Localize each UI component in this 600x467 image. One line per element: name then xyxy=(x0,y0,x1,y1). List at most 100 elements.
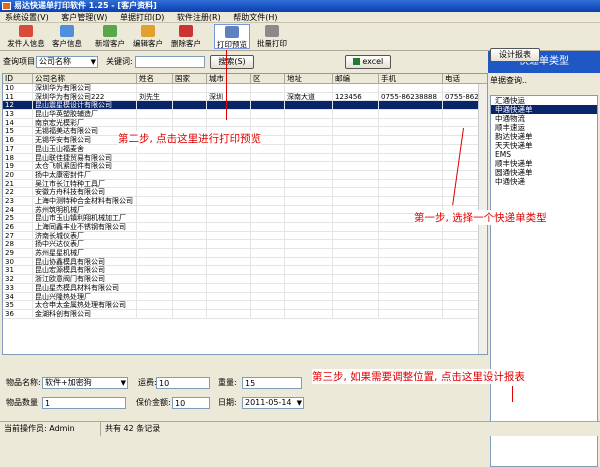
search-button[interactable]: 搜索(S) xyxy=(210,55,254,69)
express-type-item[interactable]: 申通快递单 xyxy=(491,105,597,114)
express-type-list[interactable]: 汇通快运 申通快递单 中通物流 顺丰速运 韵达快递单 天天快递单 EMS 顺丰快递单 圆通快递单… xyxy=(490,95,598,467)
cell-country xyxy=(173,309,207,318)
menu-customer-management[interactable]: 客户管理(W) xyxy=(56,12,112,23)
table-row[interactable]: 34 昆山兴隆热处理厂 xyxy=(3,292,487,302)
cell-address xyxy=(285,231,333,240)
express-type-item[interactable]: 顺丰速运 xyxy=(491,123,597,132)
express-type-item[interactable]: 天天快递单 xyxy=(491,141,597,150)
add-user-icon xyxy=(103,25,117,37)
column-header-postcode[interactable]: 邮编 xyxy=(333,74,379,84)
table-row[interactable]: 19 太仓飞帆紧固件有限公司 xyxy=(3,162,487,171)
table-row[interactable]: 27 济南长城仪表厂 xyxy=(3,231,487,241)
express-type-item[interactable]: 韵达快递单 xyxy=(491,132,597,141)
freight-input[interactable] xyxy=(156,377,210,389)
table-row[interactable]: 13 昆山华英塑胶辅造厂 xyxy=(3,110,487,119)
express-type-item[interactable]: EMS xyxy=(491,150,597,159)
menu-document-print[interactable]: 单据打印(D) xyxy=(115,12,169,23)
cell-postcode xyxy=(333,275,379,284)
column-header-address[interactable]: 地址 xyxy=(285,74,333,84)
chevron-down-icon: ▼ xyxy=(90,58,96,66)
table-row[interactable]: 33 昆山星杰模具材料有限公司 xyxy=(3,283,487,293)
quantity-input[interactable] xyxy=(42,397,126,409)
edit-customer-button[interactable]: 编辑客户 xyxy=(130,24,166,49)
step2-annotation: 第二步, 点击这里进行打印预览 xyxy=(118,131,262,146)
table-row[interactable]: 23 上海中测特种合金材料有限公司 xyxy=(3,196,487,206)
column-header-country[interactable]: 国家 xyxy=(173,74,207,84)
cell-district xyxy=(251,283,285,292)
table-row[interactable]: 10 深圳华为有限公司 xyxy=(3,84,487,93)
query-item-select[interactable]: 公司名称 ▼ xyxy=(36,56,98,68)
customer-info-button[interactable]: 客户信息 xyxy=(50,24,84,49)
sender-info-button[interactable]: 发件人信息 xyxy=(4,24,48,49)
table-row[interactable]: 21 吴江市长江特种工具厂 xyxy=(3,179,487,189)
batch-print-button[interactable]: 批量打印 xyxy=(254,24,290,49)
weight-label: 重量: xyxy=(218,378,237,387)
weight-input[interactable] xyxy=(242,377,302,389)
delete-customer-button[interactable]: 删除客户 xyxy=(168,24,204,49)
cell-country xyxy=(173,84,207,92)
column-header-mobile[interactable]: 手机 xyxy=(379,74,443,84)
add-customer-label: 新增客户 xyxy=(95,39,125,48)
menu-software-register[interactable]: 软件注册(R) xyxy=(172,12,226,23)
cell-name xyxy=(137,223,173,231)
table-row[interactable]: 32 浙江欧意阀门有限公司 xyxy=(3,275,487,284)
table-row[interactable]: 30 昆山协鑫模具有限公司 xyxy=(3,257,487,267)
design-report-button[interactable]: 设计报表 xyxy=(490,48,540,62)
excel-button[interactable]: excel xyxy=(345,55,391,69)
menu-system-settings[interactable]: 系统设置(V) xyxy=(0,12,54,23)
cell-district xyxy=(251,110,285,119)
table-row[interactable]: 20 扬中太康密封件厂 xyxy=(3,170,487,180)
table-row[interactable]: 35 太仓申太金属热处理有限公司 xyxy=(3,301,487,310)
cell-mobile xyxy=(379,283,443,292)
cell-postcode xyxy=(333,136,379,145)
cell-postcode xyxy=(333,240,379,249)
table-row[interactable]: 36 金湖科创有限公司 xyxy=(3,309,487,319)
table-row[interactable]: 18 昆山联佳捷贸易有限公司 xyxy=(3,153,487,163)
cell-address xyxy=(285,179,333,188)
express-type-item[interactable]: 顺丰快递单 xyxy=(491,159,597,168)
cell-id: 26 xyxy=(3,223,33,231)
cell-name xyxy=(137,188,173,197)
cell-mobile xyxy=(379,153,443,162)
print-preview-button[interactable]: 打印预览 xyxy=(214,24,250,49)
cell-name xyxy=(137,214,173,223)
table-row[interactable]: 17 昆山玉山福麦舍 xyxy=(3,144,487,154)
column-header-phone[interactable]: 电话 xyxy=(443,74,487,84)
cell-country xyxy=(173,231,207,240)
express-type-item[interactable]: 中通快递 xyxy=(491,177,597,186)
date-picker[interactable]: 2011-05-14 ▼ xyxy=(242,397,304,409)
goods-name-select[interactable]: 软件+加密狗 ▼ xyxy=(42,377,128,389)
column-header-name[interactable]: 姓名 xyxy=(137,74,173,84)
cell-company: 太仓飞帆紧固件有限公司 xyxy=(33,162,137,171)
menu-bar: 系统设置(V) 客户管理(W) 单据打印(D) 软件注册(R) 帮助文件(H) xyxy=(0,12,600,23)
cell-city xyxy=(207,170,251,179)
column-header-district[interactable]: 区 xyxy=(251,74,285,84)
keyword-input[interactable] xyxy=(135,56,205,68)
insured-amount-input[interactable] xyxy=(172,397,210,409)
cell-city xyxy=(207,188,251,197)
column-header-id[interactable]: ID xyxy=(3,74,33,84)
table-row[interactable]: 14 南京宏光模彩厂 xyxy=(3,118,487,128)
cell-company: 金湖科创有限公司 xyxy=(33,309,137,318)
cell-id: 28 xyxy=(3,240,33,249)
column-header-company[interactable]: 公司名称 xyxy=(33,74,137,84)
record-count-status: 共有 42 条记录 xyxy=(100,422,160,436)
table-row[interactable]: 31 昆山宏源模具有限公司 xyxy=(3,266,487,276)
column-header-city[interactable]: 城市 xyxy=(207,74,251,84)
add-customer-button[interactable]: 新增客户 xyxy=(92,24,128,49)
table-row[interactable]: 29 苏州星星机械厂 xyxy=(3,249,487,258)
table-row[interactable]: 28 扬中兴达仪表厂 xyxy=(3,240,487,250)
table-row[interactable]: 11 深圳华为有限公司222 刘先生 深圳 深南大道 123456 0755-8623888… xyxy=(3,92,487,102)
cell-address xyxy=(285,196,333,205)
table-row[interactable]: 12 昆山震星模设计有限公司 xyxy=(3,101,487,111)
express-type-item[interactable]: 圆通快递单 xyxy=(491,168,597,177)
keyword-label: 关键词: xyxy=(106,57,133,66)
cell-postcode xyxy=(333,309,379,318)
express-type-item[interactable]: 汇通快运 xyxy=(491,96,597,105)
cell-postcode xyxy=(333,127,379,136)
menu-help[interactable]: 帮助文件(H) xyxy=(228,12,282,23)
cell-district xyxy=(251,231,285,240)
table-row[interactable]: 22 安徽方舟科技有限公司 xyxy=(3,188,487,197)
cell-postcode xyxy=(333,257,379,266)
express-type-item[interactable]: 中通物流 xyxy=(491,114,597,123)
